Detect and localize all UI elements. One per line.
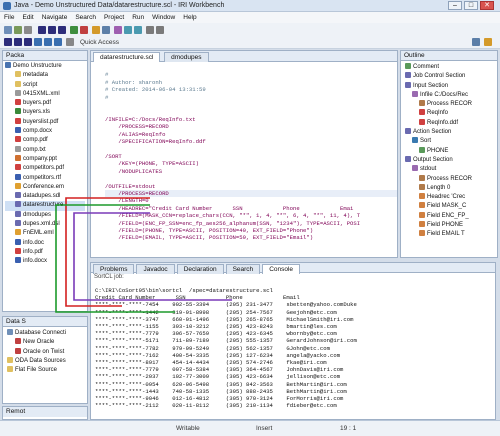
arrow-ccn [65, 197, 150, 307]
status-position: 19 : 1 [340, 425, 357, 432]
status-insert: Insert [256, 425, 273, 432]
annotation-arrows [55, 197, 232, 313]
status-writable: Writable [176, 425, 200, 432]
arrow-phone [73, 212, 232, 301]
status-bar: Writable Insert 19 : 1 [0, 420, 500, 436]
